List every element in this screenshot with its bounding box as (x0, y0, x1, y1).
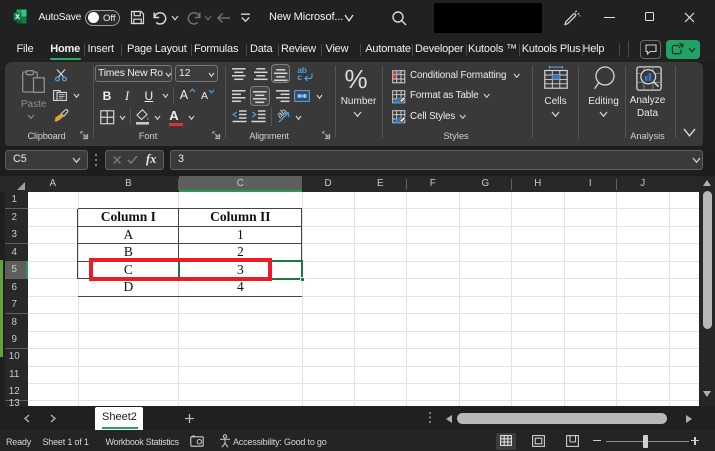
svg-text:X: X (15, 12, 20, 21)
